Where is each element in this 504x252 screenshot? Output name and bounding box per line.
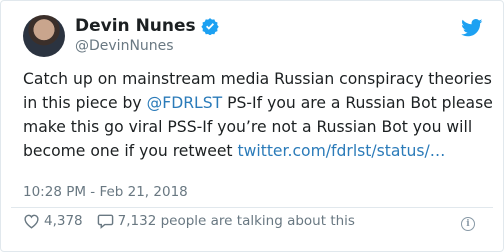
verified-badge-icon <box>201 18 219 35</box>
speech-bubble-icon[interactable] <box>97 213 114 229</box>
avatar[interactable] <box>23 15 65 57</box>
embedded-tweet-card: Devin Nunes @DevinNunes Catch up on main… <box>0 0 504 252</box>
author-name[interactable]: Devin Nunes <box>75 16 196 36</box>
heart-icon[interactable] <box>23 213 40 229</box>
mention-link[interactable]: @FDRLST <box>147 94 223 112</box>
author-name-row: Devin Nunes <box>75 15 219 37</box>
like-count[interactable]: 4,378 <box>44 213 83 229</box>
tweet-timestamp[interactable]: 10:28 PM - Feb 21, 2018 <box>23 184 188 200</box>
tweet-text: Catch up on mainstream media Russian con… <box>23 67 493 163</box>
author-handle[interactable]: @DevinNunes <box>75 38 174 54</box>
engagement-bar: 4,378 7,132 people are talking about thi… <box>23 213 355 229</box>
divider <box>11 207 493 208</box>
twitter-bird-icon[interactable] <box>461 19 483 37</box>
tweet-url-link[interactable]: twitter.com/fdrlst/status/… <box>238 142 446 160</box>
talking-about-count[interactable]: 7,132 people are talking about this <box>118 213 355 229</box>
info-icon[interactable]: i <box>461 217 475 231</box>
